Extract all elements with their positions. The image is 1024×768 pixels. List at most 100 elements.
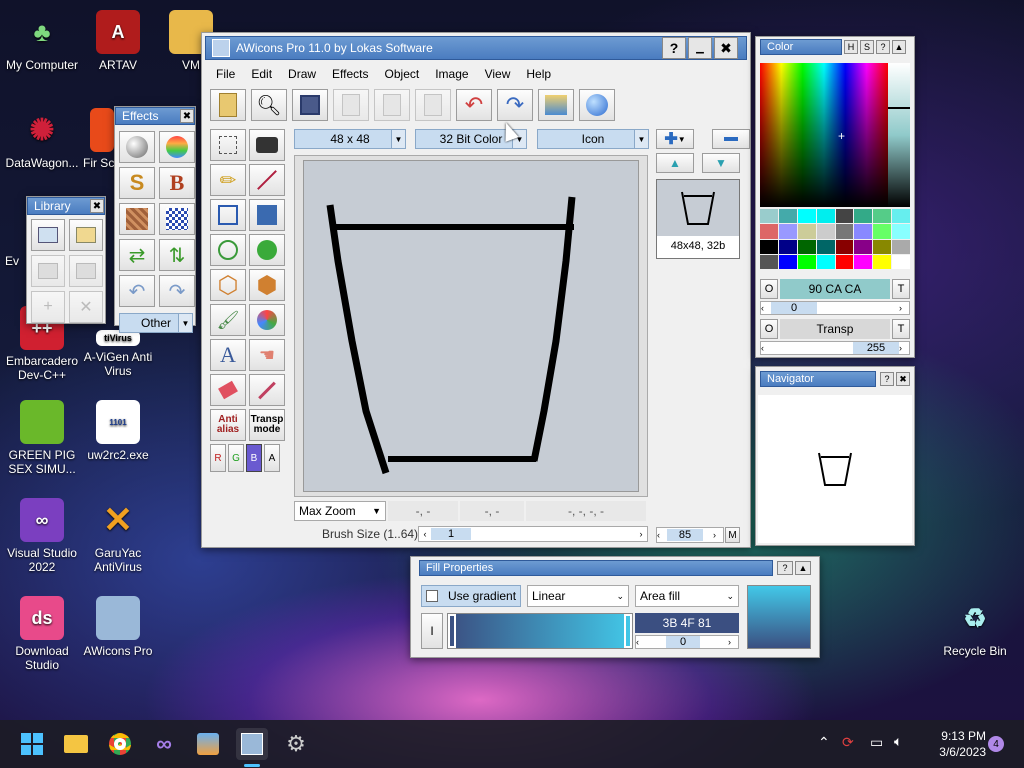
swatch[interactable]	[816, 224, 835, 239]
close-icon[interactable]: ✖	[90, 199, 104, 213]
channel-g-button[interactable]: G	[228, 444, 244, 472]
rotate-right-icon[interactable]: ↷	[159, 275, 195, 307]
color-replace-icon[interactable]	[249, 304, 285, 336]
swatch[interactable]	[797, 209, 816, 224]
h-mode-icon[interactable]: H	[844, 40, 858, 54]
gradient-stop-right[interactable]	[624, 614, 632, 648]
fill-position-slider[interactable]: ‹ 0 ›	[635, 635, 739, 649]
transp-value[interactable]: Transp	[780, 319, 890, 339]
swatch[interactable]	[854, 239, 873, 254]
open-folder-icon[interactable]	[210, 89, 246, 121]
line-icon[interactable]	[249, 164, 285, 196]
opaque-button[interactable]: O	[760, 279, 778, 299]
desktop-icon-green-pig[interactable]: GREEN PIG SEX SIMU...	[0, 400, 84, 476]
swatch[interactable]	[816, 239, 835, 254]
zoom-select[interactable]: Max Zoom ▼	[294, 501, 386, 521]
chevron-left-icon[interactable]: ‹	[761, 343, 771, 353]
swatch[interactable]	[816, 254, 835, 269]
start-button[interactable]	[16, 728, 48, 760]
hand-icon[interactable]: ☚	[249, 339, 285, 371]
swatch[interactable]	[760, 254, 778, 269]
menu-object[interactable]: Object	[385, 67, 420, 81]
eraser-icon[interactable]	[210, 374, 246, 406]
chevron-right-icon[interactable]: ›	[728, 637, 738, 647]
navigator-preview[interactable]	[758, 395, 912, 543]
help-icon[interactable]: ?	[876, 40, 890, 54]
desktop-icon-uw2rc2[interactable]: 1101 uw2rc2.exe	[76, 400, 160, 462]
type-select[interactable]: Icon ▼	[537, 129, 649, 149]
desktop-icon-my-computer[interactable]: ♣ My Computer	[0, 10, 84, 73]
desktop-icon-ev[interactable]: Ev	[0, 238, 24, 268]
swatch[interactable]	[760, 239, 778, 254]
undo-icon[interactable]: ↶	[456, 89, 492, 121]
value-slider-thumb[interactable]	[888, 107, 910, 109]
library-ico-icon[interactable]	[69, 255, 103, 287]
gradient-stop-left[interactable]	[448, 614, 456, 648]
channel-r-button[interactable]: R	[210, 444, 226, 472]
add-image-button[interactable]: ✚ ▼	[656, 129, 694, 149]
fill-color-value[interactable]: 3B 4F 81	[635, 613, 739, 633]
globe-icon[interactable]	[579, 89, 615, 121]
transparent-button-2[interactable]: T	[892, 319, 910, 339]
ellipse-filled-icon[interactable]	[249, 234, 285, 266]
chevron-right-icon[interactable]: ›	[635, 529, 647, 539]
help-icon[interactable]: ?	[880, 372, 894, 386]
move-up-icon[interactable]: ▲	[656, 153, 694, 173]
chevron-left-icon[interactable]: ‹	[761, 303, 771, 313]
file-explorer-icon[interactable]	[60, 728, 92, 760]
collapse-icon[interactable]: ▲	[892, 40, 906, 54]
swatch[interactable]	[778, 224, 797, 239]
library-add-icon[interactable]: +	[31, 291, 65, 323]
notification-badge[interactable]: 4	[988, 736, 1004, 752]
swatch[interactable]	[873, 209, 892, 224]
chevron-right-icon[interactable]: ›	[899, 343, 909, 353]
transp-mode-button[interactable]: Transp mode	[249, 409, 285, 441]
transparent-button[interactable]: T	[892, 279, 910, 299]
swatch[interactable]	[760, 209, 778, 224]
camera-icon[interactable]	[249, 129, 285, 161]
hexagon-outline-icon[interactable]: ⬡	[210, 269, 246, 301]
library-open-icon[interactable]	[69, 219, 103, 251]
rainbow-effect-icon[interactable]	[159, 131, 195, 163]
swatch[interactable]	[873, 224, 892, 239]
menu-image[interactable]: Image	[435, 67, 468, 81]
export-icon[interactable]	[538, 89, 574, 121]
swatch[interactable]	[854, 254, 873, 269]
swatch[interactable]	[854, 224, 873, 239]
gradient-invert-button[interactable]: I	[421, 613, 443, 649]
library-delete-icon[interactable]: ✕	[69, 291, 103, 323]
swatch[interactable]	[835, 239, 854, 254]
s-mode-icon[interactable]: S	[860, 40, 874, 54]
gradient-type-select[interactable]: Linear ⌄	[527, 585, 629, 607]
copy-icon[interactable]	[333, 89, 369, 121]
rect-filled-icon[interactable]	[249, 199, 285, 231]
search-icon[interactable]: 🔍︎	[251, 89, 287, 121]
desktop-icon-artav[interactable]: A ARTAV	[76, 10, 160, 72]
fill-bucket-icon[interactable]: 🖌︎	[210, 304, 246, 336]
desktop-icon-datawagon[interactable]: ✺ DataWagon...	[0, 108, 84, 171]
value-slider[interactable]	[888, 63, 910, 207]
swatch[interactable]	[760, 224, 778, 239]
gradient-bar[interactable]	[447, 613, 633, 649]
desktop-icon-garuyac[interactable]: ✕ GaruYac AntiVirus	[76, 498, 160, 574]
swatch[interactable]	[835, 254, 854, 269]
menu-file[interactable]: File	[216, 67, 235, 81]
swatch[interactable]	[778, 254, 797, 269]
move-down-icon[interactable]: ▼	[702, 153, 740, 173]
bold-b-effect-icon[interactable]: B	[159, 167, 195, 199]
effects-other-select[interactable]: Other ▼	[119, 313, 193, 333]
user-app-icon[interactable]	[192, 728, 224, 760]
pencil-icon[interactable]: ✏	[210, 164, 246, 196]
save-icon[interactable]	[292, 89, 328, 121]
library-save-icon[interactable]	[31, 255, 65, 287]
menu-view[interactable]: View	[485, 67, 511, 81]
shadow-s-effect-icon[interactable]: S	[119, 167, 155, 199]
chevron-up-icon[interactable]: ⌃	[818, 734, 830, 751]
swatch[interactable]	[892, 239, 910, 254]
swatch[interactable]	[892, 209, 910, 224]
channel-a-button[interactable]: A	[264, 444, 280, 472]
clock[interactable]: 9:13 PM 3/6/2023	[918, 728, 986, 760]
chevron-left-icon[interactable]: ‹	[419, 529, 431, 539]
chevron-left-icon[interactable]: ‹	[657, 530, 667, 540]
chrome-icon[interactable]	[104, 728, 136, 760]
